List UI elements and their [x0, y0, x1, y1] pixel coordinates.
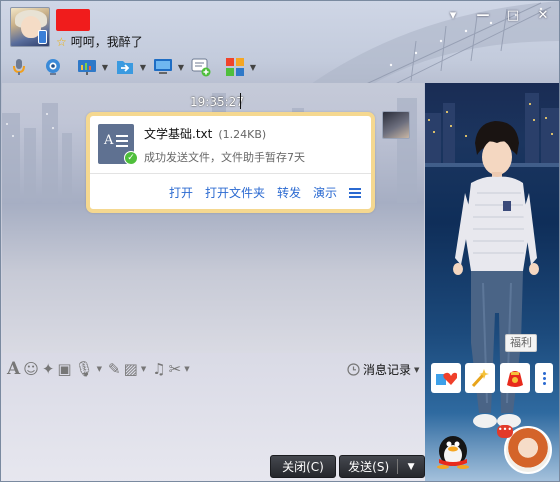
more-menu-icon[interactable]	[349, 187, 361, 198]
skin-dropdown-icon[interactable]: ▾	[445, 7, 461, 23]
chevron-down-icon[interactable]: ▼	[184, 365, 189, 373]
presentation-button[interactable]: ▼	[77, 56, 111, 78]
voice-call-button[interactable]	[9, 56, 29, 78]
close-button[interactable]: 关闭(C)	[270, 455, 336, 478]
self-avatar[interactable]	[382, 111, 410, 139]
chat-window: ☆ 呵呵，我醉了 ▾ — □ ✕ ▼ ▼ ▼ ▼ 19:35:27 A ✓ 文学…	[0, 0, 560, 482]
chevron-down-icon[interactable]: ▼	[97, 365, 102, 373]
apps-button[interactable]: ▼	[225, 56, 259, 78]
chevron-down-icon[interactable]: ▼	[141, 365, 146, 373]
clock-icon	[347, 363, 360, 376]
send-label[interactable]: 发送(S)	[340, 458, 397, 475]
create-discussion-button[interactable]	[191, 56, 211, 78]
avatar-figure[interactable]	[425, 83, 559, 481]
message-history-button[interactable]: 消息记录 ▼	[347, 361, 419, 378]
demo-link[interactable]: 演示	[313, 184, 337, 201]
magic-icon[interactable]: ✦	[42, 359, 55, 379]
chat-toolbar: ▼ ▼ ▼ ▼	[9, 55, 259, 79]
title-bar: ☆ 呵呵，我醉了 ▾ — □ ✕	[1, 1, 559, 51]
forward-link[interactable]: 转发	[277, 184, 301, 201]
send-button[interactable]: 发送(S) ▼	[339, 455, 425, 478]
emoji-icon[interactable]: ☺	[23, 359, 39, 379]
send-options-chevron-icon[interactable]: ▼	[398, 462, 424, 472]
file-transfer-icon	[117, 61, 133, 74]
file-status-text: 成功发送文件，文件助手暂存7天	[144, 151, 305, 164]
voice-icon[interactable]: 🎙︎	[75, 359, 94, 379]
message-timestamp: 19:35:27	[190, 95, 244, 109]
camera-icon	[46, 59, 60, 75]
chevron-down-icon[interactable]: ▼	[137, 63, 149, 72]
message-area[interactable]: 19:35:27 A ✓ 文学基础.txt (1.24KB) 成功发送文件，文件助…	[2, 83, 424, 353]
open-file-link[interactable]: 打开	[169, 184, 193, 201]
history-label: 消息记录	[363, 363, 412, 377]
font-icon[interactable]: A	[7, 359, 20, 379]
video-call-button[interactable]	[43, 56, 63, 78]
contact-avatar[interactable]	[10, 7, 50, 47]
maximize-button[interactable]: □	[505, 7, 521, 23]
magic-wand-icon	[471, 369, 489, 388]
magic-wand-button[interactable]	[465, 363, 495, 393]
chevron-down-icon[interactable]: ▼	[99, 63, 111, 72]
file-message-card[interactable]: A ✓ 文学基础.txt (1.24KB) 成功发送文件，文件助手暂存7天 打开 …	[86, 112, 375, 213]
scissors-icon[interactable]: ✂	[169, 359, 182, 379]
remote-desktop-icon	[154, 59, 172, 74]
file-actions: 打开 打开文件夹 转发 演示	[169, 184, 361, 201]
text-cursor	[240, 93, 241, 109]
divider	[90, 173, 371, 174]
video-icon[interactable]: ▣	[57, 359, 71, 379]
chevron-down-icon[interactable]: ▼	[175, 63, 187, 72]
chevron-down-icon[interactable]: ▼	[414, 366, 419, 374]
window-controls: ▾ — □ ✕	[445, 7, 551, 23]
file-name: 文学基础.txt (1.24KB)	[144, 127, 267, 141]
status-message: 呵呵，我醉了	[70, 35, 143, 49]
lucky-bag-icon	[507, 371, 523, 387]
mobile-online-icon	[38, 30, 47, 44]
apps-icon	[226, 58, 244, 76]
more-options-icon[interactable]	[535, 363, 553, 393]
create-group-icon	[191, 58, 211, 77]
close-window-button[interactable]: ✕	[535, 7, 551, 23]
show-avatar-panel	[425, 83, 559, 481]
contact-status: ☆ 呵呵，我醉了	[56, 33, 143, 50]
heart-gift-icon	[436, 372, 457, 385]
message-input[interactable]	[2, 383, 424, 451]
edit-icon[interactable]: ✎	[108, 359, 121, 379]
contact-name-redacted	[56, 9, 90, 31]
remote-desktop-button[interactable]: ▼	[153, 56, 187, 78]
image-icon[interactable]: ▨	[124, 359, 138, 379]
send-file-button[interactable]: ▼	[115, 56, 149, 78]
open-folder-link[interactable]: 打开文件夹	[205, 184, 265, 201]
star-icon: ☆	[56, 34, 67, 49]
chat-bubble-icon: •••	[497, 425, 513, 438]
minimize-button[interactable]: —	[475, 7, 491, 23]
file-size: (1.24KB)	[218, 128, 267, 141]
gift-heart-button[interactable]	[431, 363, 461, 393]
music-icon[interactable]: ♫	[152, 359, 165, 379]
check-icon: ✓	[124, 151, 138, 165]
presentation-icon	[78, 60, 96, 75]
red-packet-button[interactable]	[500, 363, 530, 393]
qq-penguin-logo[interactable]	[431, 429, 477, 469]
welfare-badge[interactable]: 福利	[505, 334, 537, 352]
microphone-icon	[13, 59, 25, 75]
chevron-down-icon[interactable]: ▼	[247, 63, 259, 72]
